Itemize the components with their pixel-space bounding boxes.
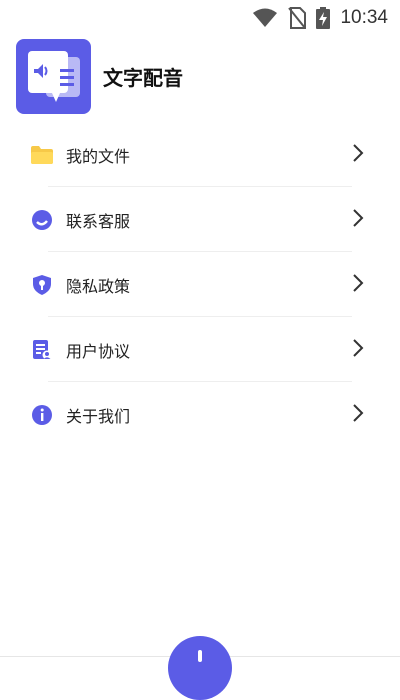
- menu-item-user-agreement[interactable]: 用户协议: [0, 317, 400, 382]
- app-name: 文字配音: [103, 65, 183, 90]
- user-agreement-icon: [30, 338, 54, 362]
- customer-service-icon: [30, 208, 54, 232]
- battery-charging-icon: [316, 7, 331, 29]
- folder-icon: [30, 143, 54, 167]
- chevron-right-icon: [352, 338, 364, 362]
- app-header: 文字配音: [16, 38, 183, 114]
- menu-label: 联系客服: [66, 211, 131, 231]
- menu-label: 隐私政策: [66, 276, 131, 296]
- menu-item-privacy-policy[interactable]: 隐私政策: [0, 252, 400, 317]
- menu-label: 我的文件: [66, 146, 131, 166]
- menu-item-customer-service[interactable]: 联系客服: [0, 187, 400, 252]
- chevron-right-icon: [352, 208, 364, 232]
- menu-item-my-files[interactable]: 我的文件: [0, 122, 400, 187]
- chevron-right-icon: [352, 273, 364, 297]
- status-time: 10:34: [340, 7, 388, 28]
- menu-label: 关于我们: [66, 406, 131, 426]
- add-button[interactable]: [168, 636, 232, 700]
- no-sim-icon: [288, 7, 307, 29]
- status-bar: 10:34: [0, 0, 400, 36]
- app-logo: [16, 38, 91, 114]
- chevron-right-icon: [352, 403, 364, 427]
- info-icon: [30, 403, 54, 427]
- plus-icon: [198, 650, 202, 662]
- menu-list: 我的文件 联系客服 隐私政策 用户协议 关于我们: [0, 122, 400, 447]
- menu-item-about-us[interactable]: 关于我们: [0, 382, 400, 447]
- menu-label: 用户协议: [66, 341, 131, 361]
- wifi-icon: [252, 8, 278, 28]
- shield-lock-icon: [30, 273, 54, 297]
- chevron-right-icon: [352, 143, 364, 167]
